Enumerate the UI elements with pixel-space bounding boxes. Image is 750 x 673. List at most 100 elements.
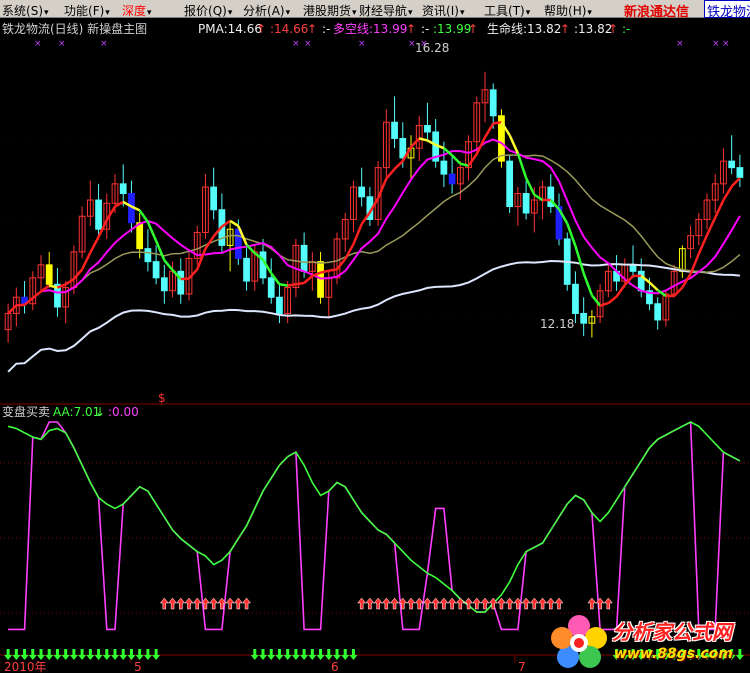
buy-arrow-icon bbox=[159, 597, 169, 610]
pma-line-segment bbox=[376, 178, 388, 199]
menu-item-2[interactable]: 深度▾ bbox=[122, 2, 152, 19]
stock-chart[interactable]: × × × × × × × × × × × 铁龙物流(日线) 新操盘主图 PMA:14.66 ↑ :… bbox=[0, 18, 750, 673]
pma-line-segment bbox=[722, 185, 733, 201]
candle-body bbox=[160, 277, 168, 292]
menu-item-9[interactable]: 帮助(H)▾ bbox=[544, 2, 592, 19]
candle-body bbox=[152, 261, 160, 279]
menu-item-label: 工具 bbox=[484, 4, 509, 18]
menu-item-4[interactable]: 分析(A)▾ bbox=[243, 2, 290, 19]
pma-line-segment bbox=[418, 137, 428, 142]
pma-line-segment bbox=[303, 274, 314, 284]
brand-stock-box[interactable]: 铁龙物流 bbox=[704, 0, 750, 18]
candle-body bbox=[210, 186, 218, 211]
pma-line-segment bbox=[80, 251, 92, 270]
pma-line-segment bbox=[393, 160, 404, 170]
menu-item-0[interactable]: 系统(S)▾ bbox=[2, 2, 49, 19]
buy-arrow-icon bbox=[439, 597, 449, 610]
pma-line-segment bbox=[648, 281, 659, 292]
pma-line-segment bbox=[460, 162, 469, 167]
menu-item-3[interactable]: 报价(Q)▾ bbox=[184, 2, 232, 19]
duokong-up-arrow: ↑ bbox=[406, 22, 416, 36]
duokong-value-2: :- bbox=[421, 22, 429, 36]
menu-item-hotkey: Q bbox=[212, 4, 223, 18]
pma-line-segment bbox=[154, 240, 166, 261]
menu-item-1[interactable]: 功能(F)▾ bbox=[64, 2, 110, 19]
indicator-aa-label: AA:7.01 bbox=[53, 405, 100, 419]
menu-item-5[interactable]: 港股期货▾ bbox=[303, 2, 357, 19]
olive-line bbox=[7, 154, 741, 315]
signal-x-marker: × bbox=[100, 39, 108, 49]
menu-dropdown-icon: ▾ bbox=[147, 8, 152, 18]
buy-arrow-icon bbox=[455, 597, 465, 610]
duokong-line bbox=[7, 138, 741, 315]
pma-line-segment bbox=[146, 221, 158, 242]
candle-body bbox=[440, 160, 448, 175]
indicator-down-arrow: ↓ bbox=[95, 405, 105, 419]
menu-item-label: 报价 bbox=[184, 4, 209, 18]
buy-arrow-icon bbox=[176, 597, 186, 610]
duokong-label: 多空线:13.99 bbox=[333, 22, 407, 36]
pma-line-segment bbox=[483, 122, 495, 138]
menu-dropdown-icon: ▾ bbox=[525, 8, 531, 18]
signal-x-marker: × bbox=[304, 39, 312, 49]
candle-body bbox=[572, 283, 579, 314]
duokong-value-3: :13.99 bbox=[433, 22, 471, 36]
pma-line-segment bbox=[89, 236, 100, 254]
pma-line-segment bbox=[64, 278, 75, 286]
pma-line-segment bbox=[163, 259, 174, 271]
buy-arrow-icon bbox=[225, 597, 235, 610]
pma-line-segment bbox=[229, 219, 240, 228]
pma-line-segment bbox=[599, 301, 609, 307]
menu-item-label: 帮助 bbox=[544, 4, 569, 18]
pma-line-segment bbox=[114, 200, 124, 208]
pma-line-segment bbox=[295, 281, 305, 286]
high-price-label: 16.28 bbox=[415, 41, 449, 55]
buy-arrow-icon bbox=[357, 597, 367, 610]
candle-body bbox=[358, 186, 366, 198]
pma-line-segment bbox=[607, 295, 618, 305]
candle-body bbox=[177, 270, 185, 295]
buy-arrow-icon bbox=[431, 597, 441, 610]
candle-body bbox=[506, 160, 514, 208]
menu-dropdown-icon: ▾ bbox=[408, 8, 413, 18]
buy-arrow-icon bbox=[373, 597, 383, 610]
time-axis-june: 6 bbox=[331, 660, 339, 673]
low-price-label: 12.18 bbox=[540, 317, 574, 331]
candle-body bbox=[522, 193, 530, 214]
pma-line-segment bbox=[615, 284, 626, 298]
buy-arrow-icon bbox=[496, 597, 506, 610]
signal-x-marker: × bbox=[292, 39, 300, 49]
menu-item-7[interactable]: 资讯(I)▾ bbox=[422, 2, 464, 19]
menu-dropdown-icon: ▾ bbox=[459, 8, 465, 18]
candle-body bbox=[580, 312, 588, 324]
indicator-value-2: :0.00 bbox=[108, 405, 139, 419]
pma-line-segment bbox=[287, 283, 297, 287]
buy-arrow-icon bbox=[242, 597, 252, 610]
menu-item-label: 资讯 bbox=[422, 4, 447, 18]
candle-body bbox=[267, 277, 275, 298]
buy-arrow-icon bbox=[184, 597, 194, 610]
pma-line-segment bbox=[180, 277, 190, 281]
menu-item-hotkey: H bbox=[572, 4, 582, 18]
pma-line-segment bbox=[385, 168, 396, 180]
time-axis-may: 5 bbox=[134, 660, 142, 673]
signal-x-marker: × bbox=[676, 39, 684, 49]
buy-arrow-icon bbox=[381, 597, 391, 610]
pma-line-segment bbox=[574, 245, 585, 274]
menu-item-6[interactable]: 财经导航▾ bbox=[359, 2, 413, 19]
menu-item-hotkey: T bbox=[512, 4, 521, 18]
life-value-2: :13.82 bbox=[574, 22, 612, 36]
buy-arrow-icon bbox=[554, 597, 564, 610]
life-up-arrow-2: ↑ bbox=[608, 22, 618, 36]
candle-body bbox=[144, 248, 152, 263]
pma-line-segment bbox=[533, 193, 544, 202]
brand-area: 新浪通达信 铁龙物流 bbox=[622, 0, 750, 20]
duokong-up-arrow-2: ↑ bbox=[468, 22, 478, 36]
menu-item-8[interactable]: 工具(T)▾ bbox=[484, 2, 530, 19]
buy-arrow-icon bbox=[529, 597, 539, 610]
pma-line-segment bbox=[730, 177, 741, 188]
menu-item-label: 分析 bbox=[243, 4, 268, 18]
menu-item-label: 港股期货 bbox=[303, 4, 352, 18]
candle-body bbox=[728, 160, 736, 169]
candle-body bbox=[136, 222, 144, 250]
